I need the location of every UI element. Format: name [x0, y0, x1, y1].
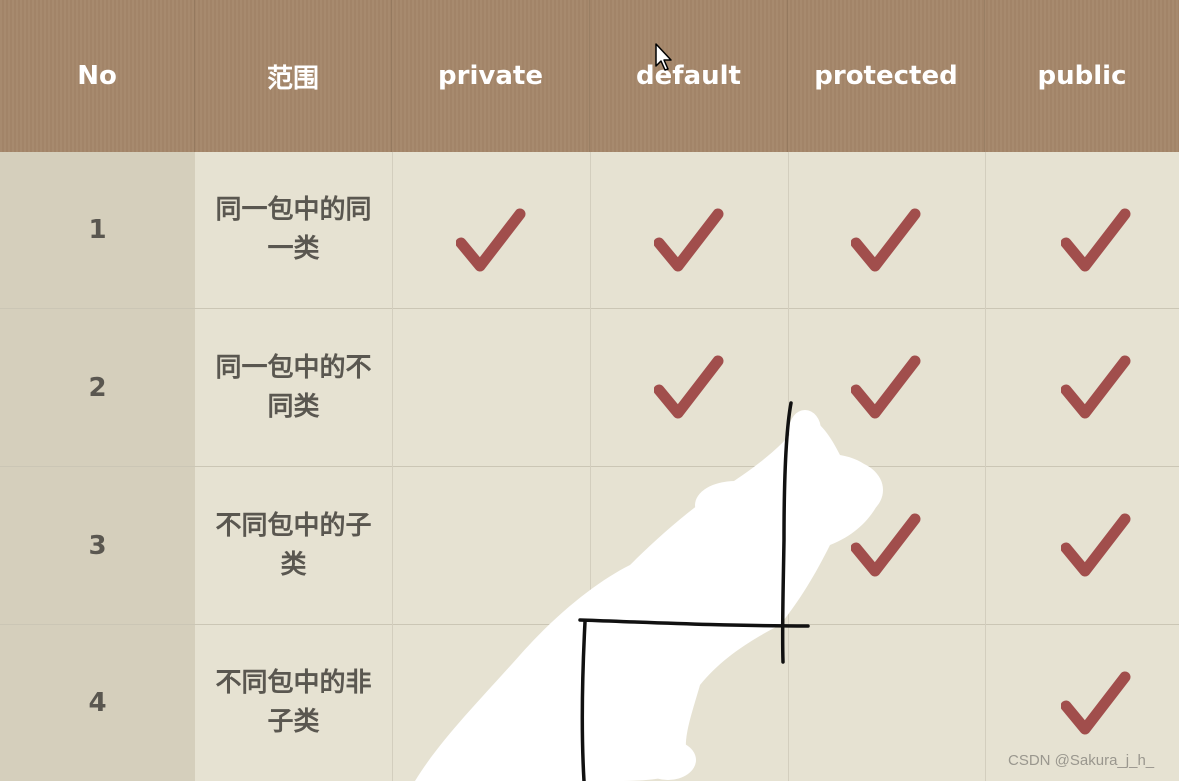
row-4-no: 4 [88, 688, 107, 718]
column-divider [590, 152, 591, 781]
row-3-scope: 不同包中的子类 [215, 510, 372, 580]
row-2-no: 2 [88, 372, 107, 403]
checkmark-icon [1060, 207, 1131, 273]
access-modifier-table: No 范围 private default protected public 1… [0, 0, 1179, 781]
checkmark-icon [1060, 512, 1131, 578]
header-default: default [590, 0, 788, 152]
column-divider [392, 152, 393, 781]
checkmark-icon [455, 207, 526, 273]
mouse-cursor-icon [655, 43, 672, 71]
checkmark-icon [653, 354, 724, 420]
row-2-scope: 同一包中的不同类 [215, 352, 372, 422]
row-1-no: 1 [88, 215, 107, 245]
header-private: private [392, 0, 590, 152]
column-divider [985, 152, 986, 781]
checkmark-icon [653, 207, 724, 273]
row-3-no: 3 [88, 530, 107, 561]
checkmark-icon [1060, 354, 1131, 420]
checkmark-icon [850, 207, 921, 273]
header-scope: 范围 [195, 0, 392, 152]
checkmark-icon [850, 512, 921, 578]
checkmark-icon [850, 354, 921, 420]
header-protected: protected [788, 0, 985, 152]
column-divider [788, 152, 789, 781]
header-public: public [1037, 61, 1127, 91]
row-4-scope: 不同包中的非子类 [215, 668, 372, 737]
table-header-row: No 范围 private default protected public [0, 0, 1179, 152]
row-1-scope: 同一包中的同一类 [215, 195, 372, 264]
watermark: CSDN @Sakura_j_h_ [1008, 752, 1155, 769]
header-no: No [0, 0, 195, 152]
checkmark-icon [1060, 670, 1131, 736]
